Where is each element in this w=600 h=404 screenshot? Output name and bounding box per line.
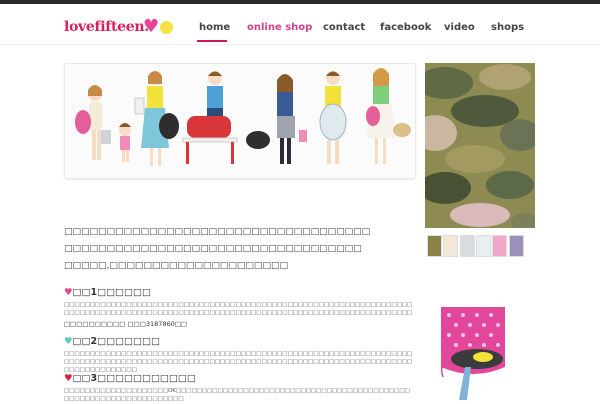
heart-icon: ♥ [64, 336, 73, 347]
heart-icon: ♥ [64, 287, 73, 298]
fabric-thumbnail[interactable] [476, 235, 491, 257]
hero-banner-illustration [64, 63, 416, 179]
fabric-thumbnail[interactable] [509, 235, 524, 257]
brand-logo[interactable]: lovefifteen. [64, 19, 149, 35]
section-title: □□3□□□□□□□□□□□ [72, 373, 196, 384]
section-body: □□□□□□□□□□□□□□□□□□□□□□□□□□□□□□□□□□□□□□□□… [64, 351, 413, 373]
nav-contact[interactable]: contact [323, 22, 365, 33]
fabric-thumbnail[interactable] [443, 235, 458, 257]
fabric-thumbnail[interactable] [492, 235, 507, 257]
nav-online-shop[interactable]: online shop [247, 22, 312, 33]
phone-number: □□□□□□□□□□ □□□3187860□□ [64, 320, 188, 328]
section-title: □□1□□□□□□ [72, 287, 151, 298]
section-title: □□2□□□□□□□ [72, 336, 160, 347]
section-body: □□□□□□□□□□□□□□□□□□□□□□□□□□□□□□□□□□□□□□□□… [64, 302, 413, 316]
intro-line: □□□□□,□□□□□□□□□□□□□□□□□□□□□ [64, 261, 288, 271]
nav-active-indicator [197, 40, 227, 42]
info-section-2: ♥□□2□□□□□□□ □□□□□□□□□□□□□□□□□□□□□□□□□□□□… [64, 336, 414, 374]
fabric-camo-image [425, 63, 535, 228]
fabric-thumbnail[interactable] [427, 235, 442, 257]
nav-shops[interactable]: shops [491, 22, 524, 33]
nav-home[interactable]: home [199, 22, 230, 33]
info-section-1: ♥□□1□□□□□□ □□□□□□□□□□□□□□□□□□□□□□□□□□□□□… [64, 287, 414, 328]
heart-icon: ♥ [64, 373, 73, 384]
section-body: □□□□□□□□□□□□□□□□□□□□OK□□□□□□□□□□□□□□□□□□… [64, 388, 410, 402]
info-section-3: ♥□□3□□□□□□□□□□□ □□□□□□□□□□□□□□□□□□□□OK□□… [64, 373, 414, 403]
pink-bag-image [437, 307, 509, 400]
yellow-dot-icon [160, 21, 173, 34]
heart-icon: ♥ [143, 16, 160, 37]
fabric-thumbnail[interactable] [460, 235, 475, 257]
intro-line: □□□□□□□□□□□□□□□□□□□□□□□□□□□□□□□□□□□ [64, 244, 362, 254]
intro-text: □□□□□□□□□□□□□□□□□□□□□□□□□□□□□□□□□□□□ □□□… [64, 224, 414, 275]
nav-video[interactable]: video [444, 22, 475, 33]
intro-line: □□□□□□□□□□□□□□□□□□□□□□□□□□□□□□□□□□□□ [64, 227, 371, 237]
nav-facebook[interactable]: facebook [380, 22, 431, 33]
site-header: lovefifteen. ♥ home online shop contact … [0, 4, 600, 45]
